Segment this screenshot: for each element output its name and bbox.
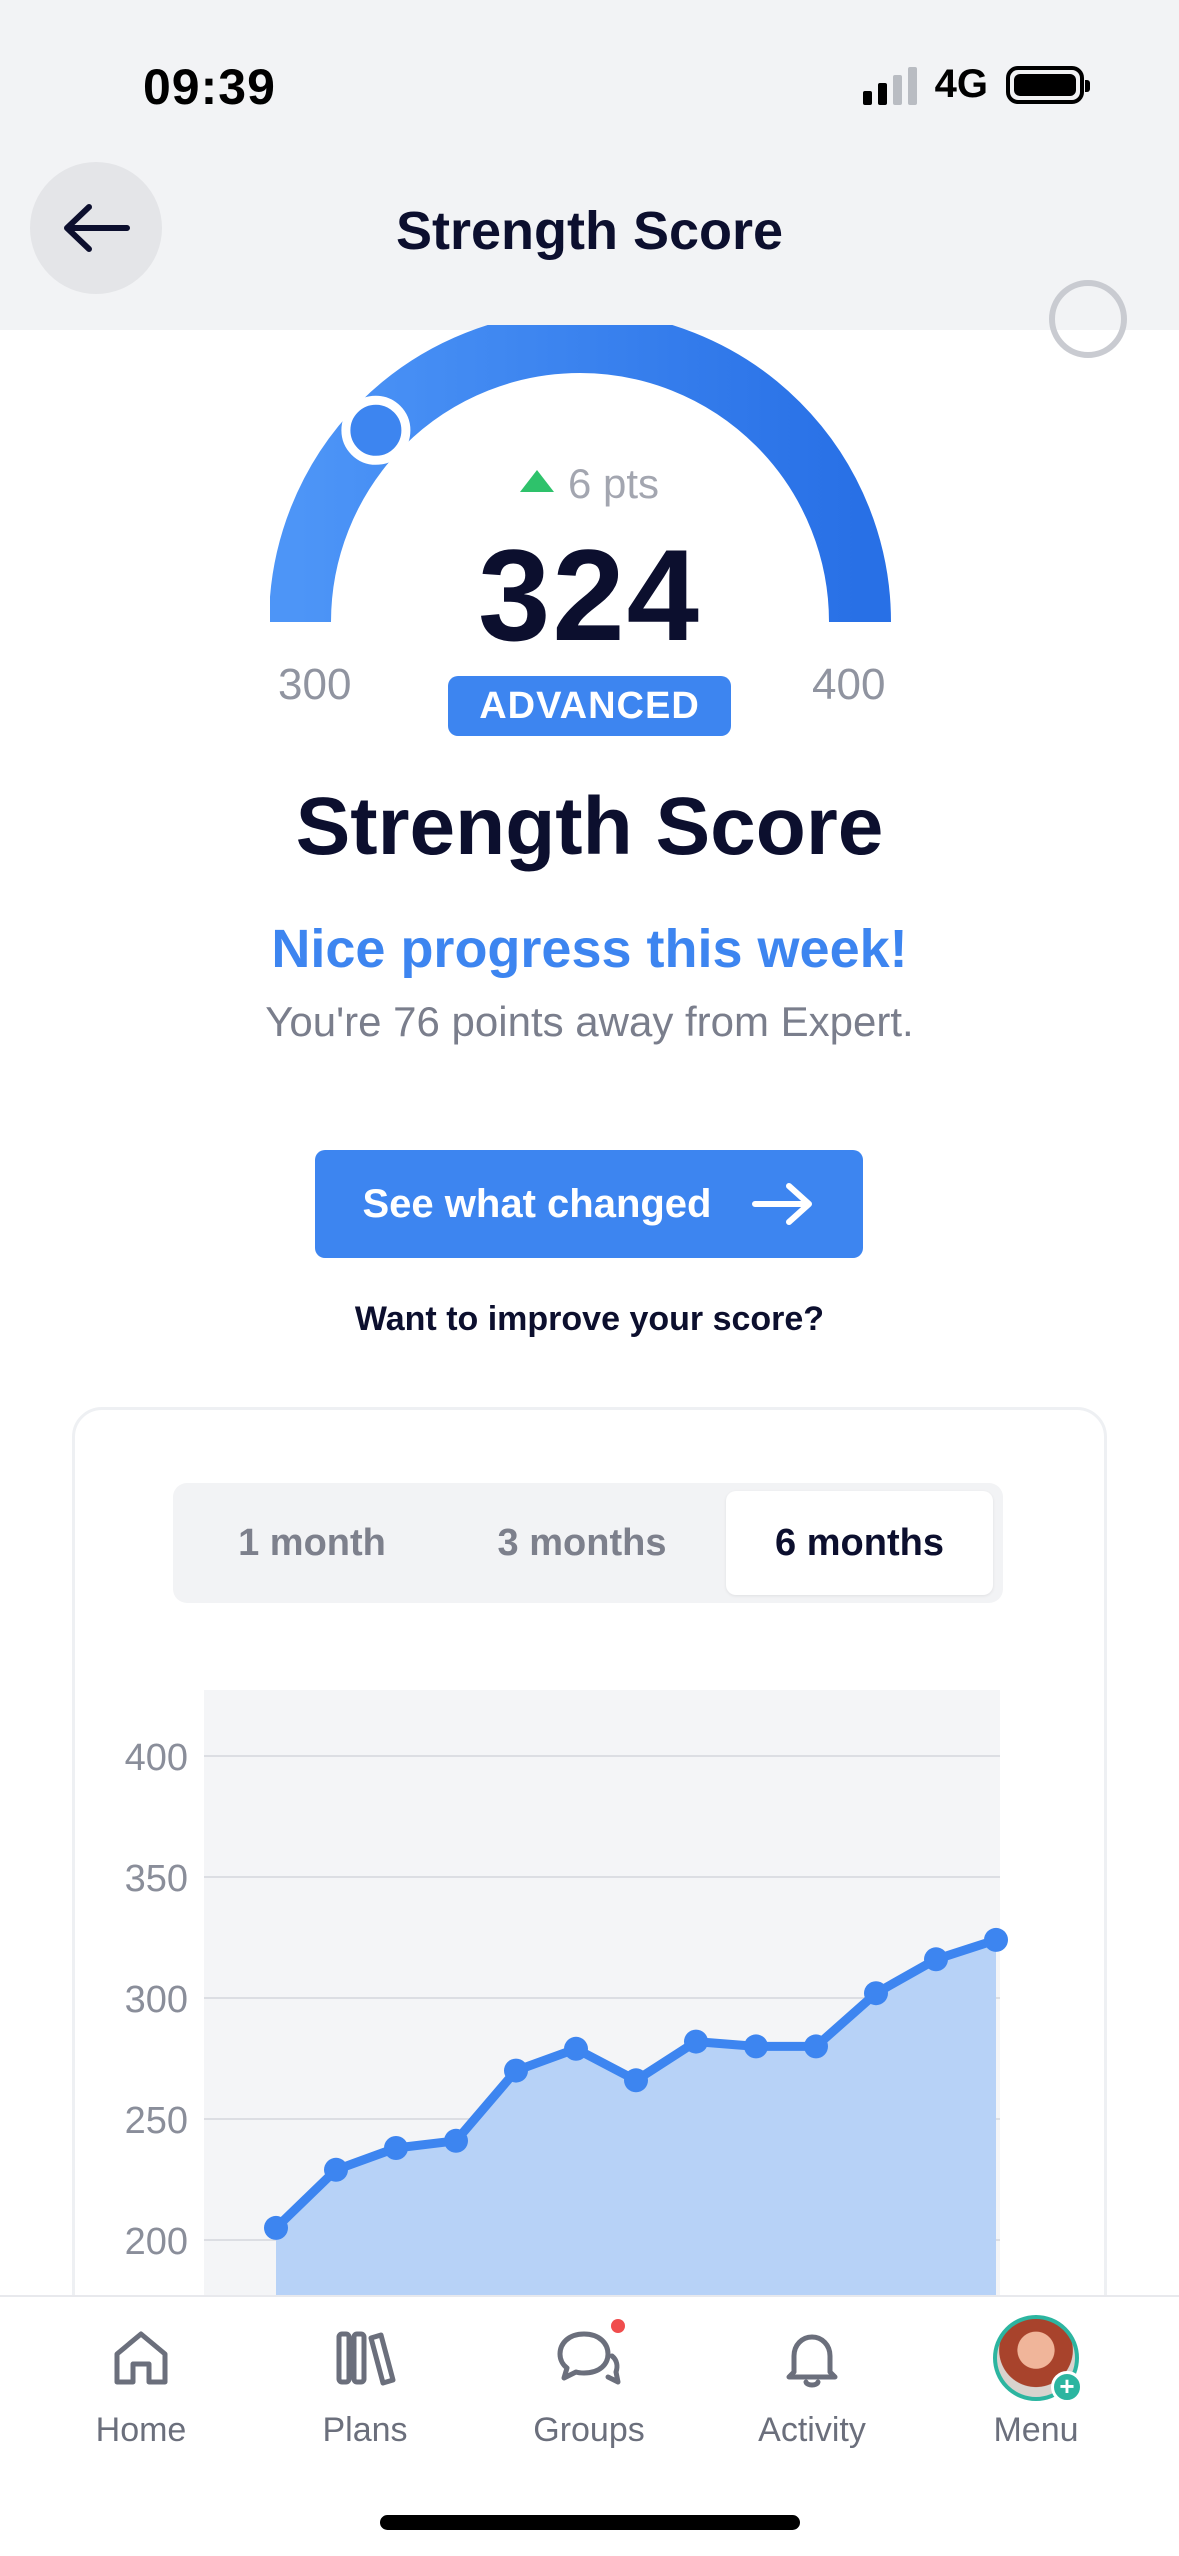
gauge-min-label: 300 xyxy=(278,660,352,709)
nav-plans[interactable]: Plans xyxy=(275,2317,455,2450)
battery-icon xyxy=(1006,65,1090,104)
tab-1-month[interactable]: 1 month xyxy=(181,1491,443,1595)
tab-3-months[interactable]: 3 months xyxy=(451,1491,713,1595)
data-point xyxy=(624,2068,648,2093)
see-what-changed-button[interactable]: See what changed xyxy=(315,1150,863,1258)
app-screen: 09:39 4G Strength Score 6 pts 324 300 40… xyxy=(0,0,1179,2556)
plus-icon: + xyxy=(1051,2371,1083,2403)
status-time: 09:39 xyxy=(143,59,276,115)
nav-activity-label: Activity xyxy=(758,2411,866,2449)
data-point xyxy=(744,2034,768,2059)
groups-icon xyxy=(557,2331,621,2385)
data-point xyxy=(384,2136,408,2160)
page-title: Strength Score xyxy=(395,201,784,261)
data-point xyxy=(564,2036,588,2061)
nav-groups-label: Groups xyxy=(533,2411,645,2449)
cta-label: See what changed xyxy=(362,1181,712,1226)
data-point xyxy=(264,2215,288,2240)
data-point xyxy=(504,2058,528,2083)
status-indicators: 4G xyxy=(862,62,1090,107)
data-point xyxy=(804,2034,828,2059)
nav-groups[interactable]: Groups xyxy=(499,2317,679,2450)
bell-icon xyxy=(786,2334,838,2388)
data-point xyxy=(324,2157,348,2182)
y-tick-label: 400 xyxy=(125,1737,188,1779)
score-change-text: 6 pts xyxy=(567,460,660,507)
y-tick-label: 250 xyxy=(125,2100,188,2142)
level-badge: ADVANCED xyxy=(448,676,731,736)
nav-home[interactable]: Home xyxy=(51,2317,231,2450)
data-point xyxy=(864,1981,888,2006)
score-value: 324 xyxy=(478,522,701,668)
y-tick-label: 350 xyxy=(125,1858,188,1900)
progress-detail: You're 76 points away from Expert. xyxy=(265,998,914,1045)
score-change: 6 pts xyxy=(0,460,1179,508)
nav-menu-label: Menu xyxy=(993,2411,1079,2449)
data-point xyxy=(444,2128,468,2153)
notification-dot xyxy=(611,2319,625,2333)
y-tick-label: 300 xyxy=(125,1979,188,2021)
home-indicator xyxy=(380,2515,800,2530)
info-icon[interactable] xyxy=(1049,280,1127,358)
nav-menu[interactable]: + Menu xyxy=(946,2315,1126,2450)
gauge-marker xyxy=(341,395,411,465)
data-point xyxy=(984,1927,1008,1952)
data-point xyxy=(924,1947,948,1972)
section-title: Strength Score xyxy=(295,781,884,872)
data-point xyxy=(684,2029,708,2054)
avatar: + xyxy=(993,2315,1083,2403)
signal-icon xyxy=(862,65,917,105)
network-type: 4G xyxy=(934,62,988,106)
nav-home-label: Home xyxy=(95,2411,187,2449)
progress-headline: Nice progress this week! xyxy=(271,919,908,979)
gauge-max-label: 400 xyxy=(812,660,886,709)
plans-icon xyxy=(336,2331,396,2386)
top-bar: 09:39 4G Strength Score xyxy=(0,0,1179,330)
nav-plans-label: Plans xyxy=(322,2411,408,2449)
range-selector: 1 month 3 months 6 months xyxy=(173,1483,1003,1603)
y-tick-label: 200 xyxy=(125,2221,188,2263)
tab-6-months[interactable]: 6 months xyxy=(726,1491,993,1595)
nav-activity[interactable]: Activity xyxy=(722,2317,902,2450)
home-icon xyxy=(114,2331,168,2385)
arrow-right-icon xyxy=(752,1183,813,1225)
improve-score-link[interactable]: Want to improve your score? xyxy=(0,1300,1179,1339)
trend-up-icon xyxy=(519,470,554,492)
